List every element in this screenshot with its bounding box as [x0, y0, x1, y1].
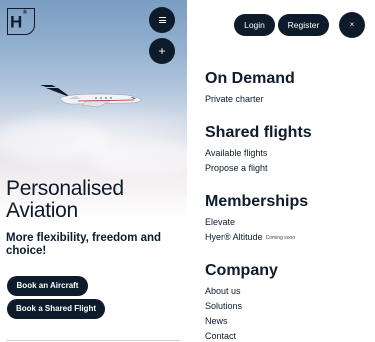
menu-section-memberships: Memberships Elevate Hyer® Altitude Coming… [205, 193, 370, 246]
close-icon: × [349, 20, 355, 29]
logo-text: H® [10, 10, 27, 32]
menu-heading-memberships[interactable]: Memberships [205, 193, 370, 211]
menu-link-contact[interactable]: Contact [205, 329, 370, 342]
navigation-menu: Login Register × On Demand Private chart… [187, 0, 375, 342]
book-shared-flight-button[interactable]: Book a Shared Flight [7, 299, 105, 319]
menu-section-on-demand: On Demand Private charter [205, 70, 370, 107]
menu-heading-shared-flights[interactable]: Shared flights [205, 124, 370, 142]
hero-headline: Personalised Aviation [6, 177, 124, 222]
plus-icon: + [158, 44, 166, 58]
hero-panel: H® + Personalised Aviation More flexibil… [0, 0, 187, 342]
app-screen: H® + Personalised Aviation More flexibil… [0, 0, 375, 342]
menu-link-propose-flight[interactable]: Propose a flight [205, 161, 370, 176]
close-menu-button[interactable]: × [339, 12, 365, 38]
menu-heading-company[interactable]: Company [205, 262, 370, 280]
book-aircraft-button[interactable]: Book an Aircraft [7, 276, 88, 296]
menu-link-available-flights[interactable]: Available flights [205, 146, 370, 161]
menu-link-elevate[interactable]: Elevate [205, 215, 370, 230]
coming-soon-badge: Coming soon [265, 235, 296, 241]
login-button[interactable]: Login [234, 14, 275, 36]
menu-section-shared-flights: Shared flights Available flights Propose… [205, 124, 370, 176]
menu-heading-on-demand[interactable]: On Demand [205, 70, 370, 88]
menu-link-private-charter[interactable]: Private charter [205, 92, 370, 107]
menu-section-company: Company About us Solutions News Contact [205, 262, 370, 342]
private-jet-image [40, 85, 142, 108]
menu-link-hyer-altitude[interactable]: Hyer® Altitude Coming soon [205, 230, 370, 246]
menu-link-about-us[interactable]: About us [205, 284, 370, 299]
menu-link-solutions[interactable]: Solutions [205, 299, 370, 314]
menu-link-news[interactable]: News [205, 314, 370, 329]
plus-button[interactable]: + [149, 38, 175, 64]
divider [6, 340, 180, 341]
brand-logo[interactable]: H® [7, 8, 35, 35]
hamburger-icon [158, 17, 166, 23]
menu-button[interactable] [149, 7, 175, 33]
register-button[interactable]: Register [278, 14, 329, 36]
hero-subline: More flexibility, freedom and choice! [6, 232, 162, 257]
menu-link-label: Hyer® Altitude [205, 232, 263, 242]
